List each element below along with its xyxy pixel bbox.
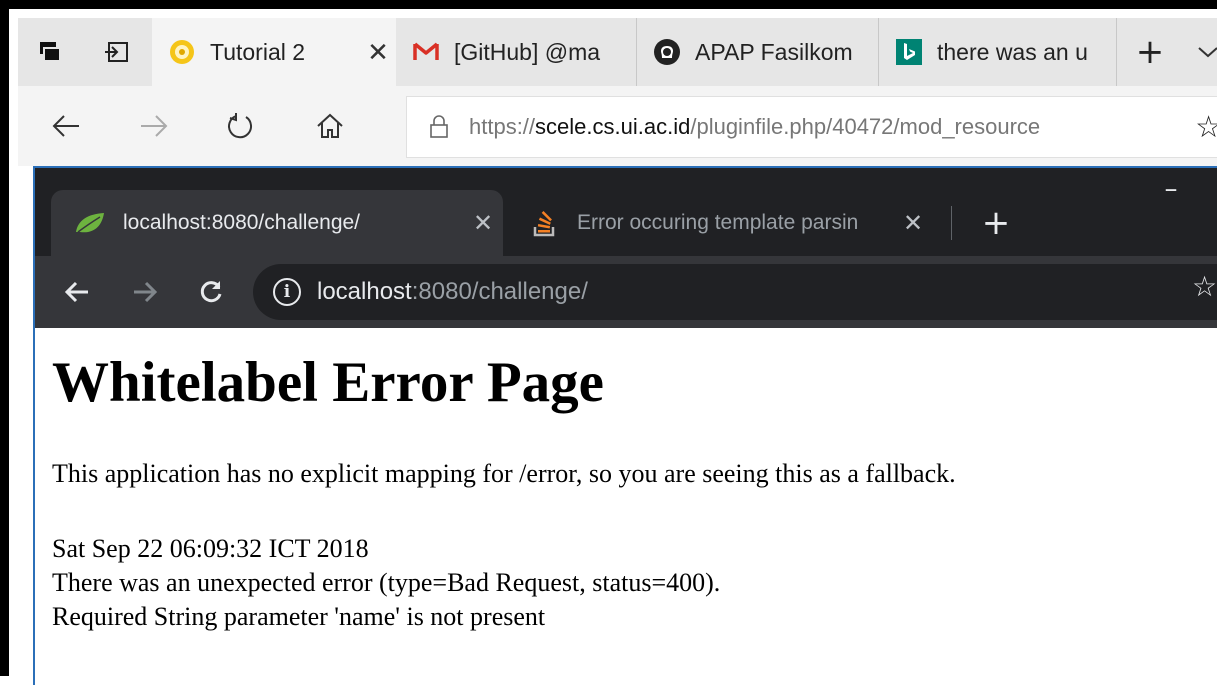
favorite-star-icon[interactable]: ☆ — [1195, 110, 1217, 145]
stackoverflow-icon — [527, 208, 561, 238]
edge-tab-github-mail[interactable]: [GitHub] @ma — [396, 18, 637, 86]
forward-arrow-icon[interactable] — [121, 268, 169, 316]
tab-separator — [951, 206, 952, 240]
new-tab-button[interactable]: + — [1128, 18, 1172, 86]
chevron-down-icon[interactable] — [1190, 18, 1217, 86]
edge-tab-title: [GitHub] @ma — [454, 38, 601, 65]
close-icon[interactable]: ✕ — [360, 37, 396, 68]
set-tabs-aside-icon[interactable] — [28, 18, 72, 86]
lock-icon — [429, 115, 469, 139]
edge-tab-title: Tutorial 2 — [210, 38, 306, 65]
back-arrow-icon[interactable] — [53, 268, 101, 316]
info-icon[interactable]: i — [273, 278, 301, 306]
page-title: Whitelabel Error Page — [52, 351, 604, 414]
error-page: Whitelabel Error Page This application h… — [35, 328, 1217, 687]
close-icon[interactable]: ✕ — [893, 209, 933, 238]
bing-icon — [895, 38, 923, 66]
reload-icon[interactable] — [187, 268, 235, 316]
error-detail: Required String parameter 'name' is not … — [52, 602, 546, 631]
chrome-tab-strip: localhost:8080/challenge/ ✕ Error occuri… — [35, 168, 1217, 256]
chrome-toolbar: i localhost:8080/challenge/ ☆ — [35, 256, 1217, 328]
edge-tab-tutorial[interactable]: Tutorial 2 ✕ — [152, 18, 396, 86]
github-icon — [653, 38, 681, 66]
screen-frame: Tutorial 2 ✕ [GitHub] @ma APAP Fasilkom … — [0, 0, 1217, 687]
gmail-icon — [412, 38, 440, 66]
chrome-tab-title: localhost:8080/challenge/ — [123, 211, 361, 234]
edge-tab-strip: Tutorial 2 ✕ [GitHub] @ma APAP Fasilkom … — [18, 18, 1217, 86]
tabs-aside-icon[interactable] — [94, 18, 138, 86]
bookmark-star-icon[interactable]: ☆ — [1192, 270, 1217, 303]
refresh-icon[interactable] — [214, 100, 266, 152]
edge-address-bar[interactable]: https://scele.cs.ui.ac.id/pluginfile.php… — [406, 96, 1217, 158]
edge-navigation-bar: https://scele.cs.ui.ac.id/pluginfile.php… — [18, 86, 1217, 166]
chrome-tab-localhost[interactable]: localhost:8080/challenge/ ✕ — [51, 190, 503, 256]
chrome-url-text: localhost:8080/challenge/ — [317, 278, 588, 305]
chrome-tab-title: Error occuring template parsin — [577, 211, 859, 234]
spring-leaf-icon — [73, 208, 107, 238]
error-message: This application has no explicit mapping… — [52, 459, 956, 488]
error-timestamp: Sat Sep 22 06:09:32 ICT 2018 — [52, 534, 369, 563]
error-type: There was an unexpected error (type=Bad … — [52, 568, 721, 597]
back-arrow-icon[interactable] — [40, 100, 92, 152]
new-tab-button[interactable]: + — [974, 190, 1018, 256]
chrome-address-bar[interactable]: i localhost:8080/challenge/ — [253, 264, 1217, 320]
edge-tab-title: there was an u — [937, 38, 1088, 65]
error-details: Sat Sep 22 06:09:32 ICT 2018 There was a… — [52, 532, 720, 634]
edge-tab-bing[interactable]: there was an u — [879, 18, 1117, 86]
edge-tab-title: APAP Fasilkom — [695, 38, 853, 65]
edge-url-text: https://scele.cs.ui.ac.id/pluginfile.php… — [469, 114, 1041, 139]
chrome-tab-stackoverflow[interactable]: Error occuring template parsin ✕ — [513, 190, 933, 256]
ui-logo-icon — [168, 38, 196, 66]
edge-tab-apap[interactable]: APAP Fasilkom — [637, 18, 879, 86]
chrome-window: localhost:8080/challenge/ ✕ Error occuri… — [33, 166, 1217, 687]
forward-arrow-icon[interactable] — [128, 100, 180, 152]
home-icon[interactable] — [304, 100, 356, 152]
close-icon[interactable]: ✕ — [463, 209, 503, 238]
minimize-button[interactable]: – — [1151, 174, 1191, 204]
